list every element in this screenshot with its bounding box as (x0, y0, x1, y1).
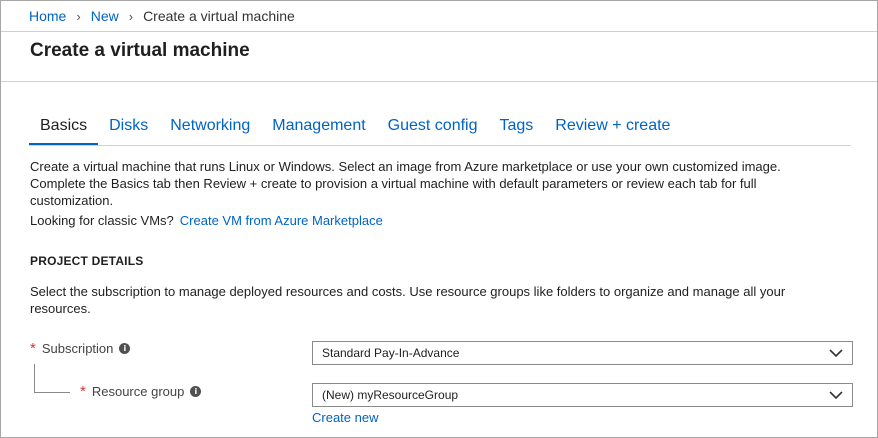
tab-networking[interactable]: Networking (159, 117, 261, 145)
page-header: Create a virtual machine (1, 31, 877, 82)
info-icon[interactable]: i (190, 386, 202, 397)
breadcrumb: Home › New › Create a virtual machine (29, 8, 295, 24)
breadcrumb-new[interactable]: New (91, 8, 119, 24)
required-mark: * (80, 383, 86, 400)
tree-connector-horizontal (34, 392, 70, 393)
subscription-value: Standard Pay-In-Advance (322, 346, 460, 360)
tab-divider (29, 145, 851, 146)
chevron-down-icon (829, 391, 843, 400)
tab-bar: Basics Disks Networking Management Guest… (29, 117, 681, 145)
classic-vm-prompt: Looking for classic VMs? (30, 213, 174, 228)
chevron-right-icon: › (76, 8, 81, 24)
section-title-project-details: PROJECT DETAILS (30, 254, 144, 268)
resource-group-dropdown[interactable]: (New) myResourceGroup (312, 383, 853, 407)
tab-disks[interactable]: Disks (98, 117, 159, 145)
resource-group-label: Resource group (91, 384, 185, 399)
tab-tags[interactable]: Tags (488, 117, 544, 145)
portal-frame: Home › New › Create a virtual machine Cr… (0, 0, 878, 438)
subscription-label-row: * Subscription i (30, 340, 131, 357)
subscription-label: Subscription (41, 341, 114, 356)
chevron-right-icon: › (128, 8, 134, 24)
subscription-dropdown[interactable]: Standard Pay-In-Advance (312, 341, 853, 365)
tab-review-create[interactable]: Review + create (544, 117, 681, 145)
breadcrumb-current: Create a virtual machine (143, 8, 295, 24)
intro-description: Create a virtual machine that runs Linux… (30, 159, 781, 208)
tab-basics[interactable]: Basics (29, 117, 99, 145)
tab-management[interactable]: Management (261, 117, 376, 145)
breadcrumb-home[interactable]: Home (29, 8, 66, 24)
tree-connector-vertical (34, 364, 35, 392)
resource-group-value: (New) myResourceGroup (322, 388, 459, 402)
required-mark: * (30, 340, 36, 357)
tab-guest-config[interactable]: Guest config (377, 117, 489, 145)
info-icon[interactable]: i (119, 343, 131, 354)
classic-vm-line: Looking for classic VMs? Create VM from A… (30, 213, 383, 228)
create-new-resource-group-link[interactable]: Create new (312, 410, 378, 425)
page-title: Create a virtual machine (30, 40, 250, 61)
create-vm-marketplace-link[interactable]: Create VM from Azure Marketplace (180, 213, 383, 228)
resource-group-label-row: * Resource group i (80, 383, 202, 400)
chevron-down-icon (829, 349, 843, 358)
project-details-description: Select the subscription to manage deploy… (30, 284, 786, 316)
